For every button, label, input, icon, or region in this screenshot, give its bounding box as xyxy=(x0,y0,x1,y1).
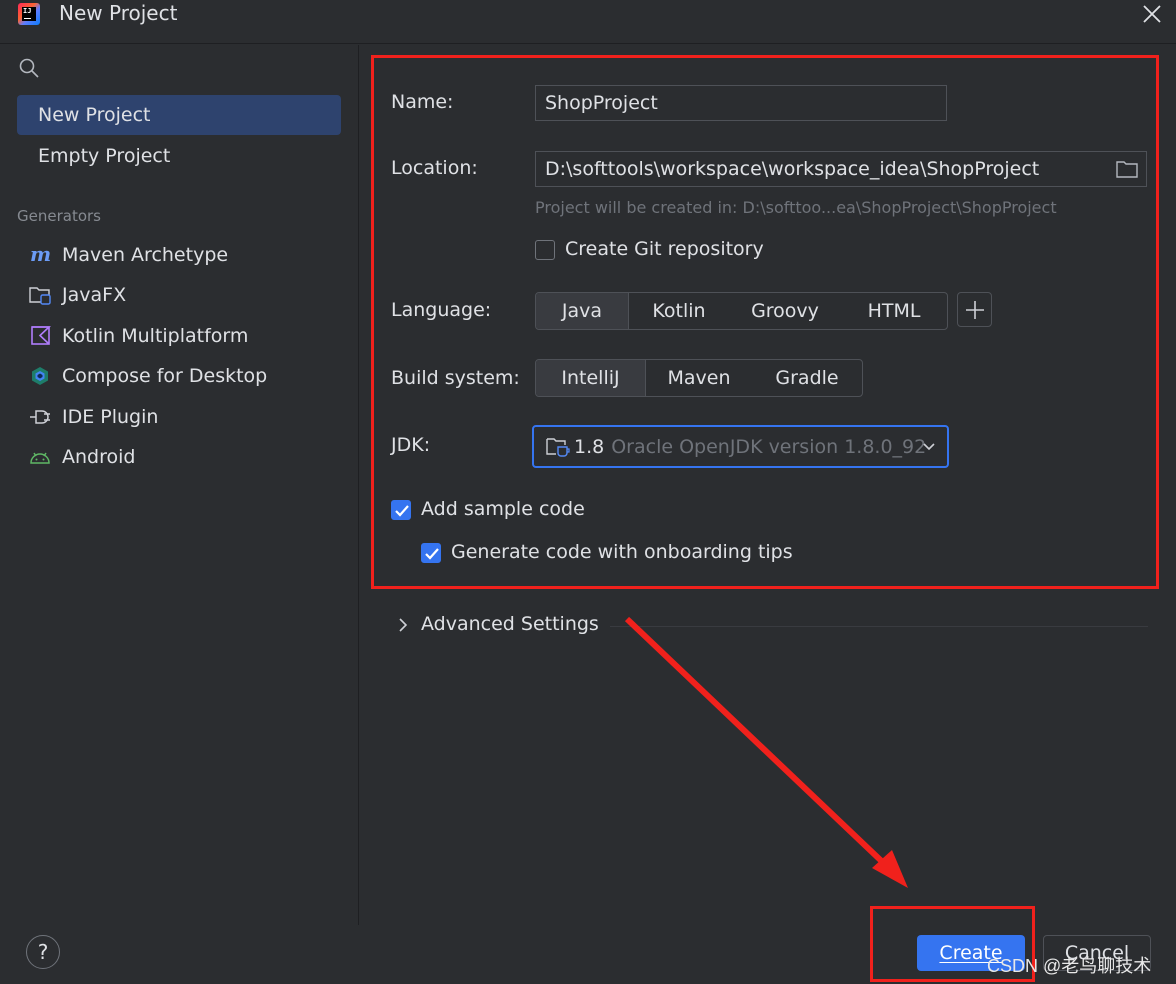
language-option-kotlin[interactable]: Kotlin xyxy=(629,293,729,329)
jdk-folder-icon xyxy=(546,437,570,457)
location-hint: Project will be created in: D:\softtoo..… xyxy=(535,198,1057,217)
sidebar-item-ide-plugin[interactable]: IDE Plugin xyxy=(28,402,158,432)
help-button[interactable]: ? xyxy=(26,935,60,969)
plugin-icon xyxy=(28,405,52,429)
advanced-settings-divider xyxy=(610,626,1148,627)
jdk-dropdown[interactable]: 1.8 Oracle OpenJDK version 1.8.0_92 xyxy=(532,425,949,468)
sidebar-item-maven-archetype[interactable]: m Maven Archetype xyxy=(28,240,228,270)
sidebar-item-javafx[interactable]: JavaFX xyxy=(28,280,126,310)
check-icon xyxy=(395,505,409,517)
chevron-right-icon[interactable] xyxy=(397,617,409,633)
add-language-button[interactable] xyxy=(957,292,992,327)
location-value: D:\softtools\workspace\workspace_idea\Sh… xyxy=(545,158,1040,180)
language-option-groovy[interactable]: Groovy xyxy=(729,293,841,329)
chevron-down-icon xyxy=(923,443,935,451)
build-system-label: Build system: xyxy=(391,367,520,389)
build-option-intellij[interactable]: IntelliJ xyxy=(536,360,646,396)
kotlin-icon xyxy=(28,324,52,348)
git-checkbox[interactable] xyxy=(535,240,555,260)
sidebar-item-label: Compose for Desktop xyxy=(62,365,268,387)
generators-heading: Generators xyxy=(17,207,101,225)
advanced-settings-toggle[interactable]: Advanced Settings xyxy=(421,613,599,635)
language-label: Language: xyxy=(391,299,492,321)
title-bar: IJ New Project xyxy=(0,0,1176,44)
name-field[interactable]: ShopProject xyxy=(535,85,947,121)
new-project-form: Name: ShopProject Location: D:\softtools… xyxy=(360,45,1176,925)
location-label: Location: xyxy=(391,157,478,179)
sidebar-item-empty-project[interactable]: Empty Project xyxy=(17,136,341,176)
sidebar-item-label: Empty Project xyxy=(38,145,171,167)
build-system-selector: IntelliJ Maven Gradle xyxy=(535,359,863,397)
sample-code-label: Add sample code xyxy=(421,498,585,520)
jdk-label: JDK: xyxy=(391,434,431,456)
project-type-sidebar: New Project Empty Project Generators m M… xyxy=(0,45,359,925)
sample-code-checkbox[interactable] xyxy=(391,500,411,520)
svg-text:m: m xyxy=(30,243,51,266)
folder-icon[interactable] xyxy=(1116,159,1138,179)
location-field[interactable]: D:\softtools\workspace\workspace_idea\Sh… xyxy=(535,151,1147,187)
javafx-icon xyxy=(28,283,52,307)
language-option-html[interactable]: HTML xyxy=(841,293,947,329)
jdk-description: Oracle OpenJDK version 1.8.0_92 xyxy=(611,435,927,458)
onboarding-label: Generate code with onboarding tips xyxy=(451,541,793,563)
build-option-maven[interactable]: Maven xyxy=(646,360,752,396)
sidebar-item-label: Kotlin Multiplatform xyxy=(62,325,249,347)
jdk-version: 1.8 xyxy=(574,435,605,458)
sidebar-item-android[interactable]: Android xyxy=(28,442,135,472)
git-checkbox-label: Create Git repository xyxy=(565,238,764,260)
check-icon xyxy=(425,548,439,560)
plus-icon xyxy=(965,300,984,319)
compose-icon xyxy=(28,364,52,388)
intellij-logo-icon: IJ xyxy=(18,3,40,25)
search-icon[interactable] xyxy=(18,57,40,79)
sidebar-item-label: IDE Plugin xyxy=(62,406,159,428)
sidebar-item-kotlin-multiplatform[interactable]: Kotlin Multiplatform xyxy=(28,321,248,351)
maven-icon: m xyxy=(28,243,52,267)
sidebar-item-label: New Project xyxy=(38,104,151,126)
language-option-java[interactable]: Java xyxy=(536,293,629,329)
android-icon xyxy=(28,445,52,469)
close-icon[interactable] xyxy=(1140,2,1164,26)
sidebar-item-compose-for-desktop[interactable]: Compose for Desktop xyxy=(28,361,267,391)
csdn-watermark: CSDN @老鸟聊技术 xyxy=(987,956,1152,976)
sidebar-item-label: Maven Archetype xyxy=(62,244,229,266)
window-title: New Project xyxy=(59,1,178,25)
sidebar-item-label: Android xyxy=(62,446,136,468)
language-selector: Java Kotlin Groovy HTML xyxy=(535,292,948,330)
sidebar-item-label: JavaFX xyxy=(62,284,127,306)
onboarding-checkbox[interactable] xyxy=(421,543,441,563)
build-option-gradle[interactable]: Gradle xyxy=(752,360,862,396)
name-label: Name: xyxy=(391,91,454,113)
sidebar-item-new-project[interactable]: New Project xyxy=(17,95,341,135)
